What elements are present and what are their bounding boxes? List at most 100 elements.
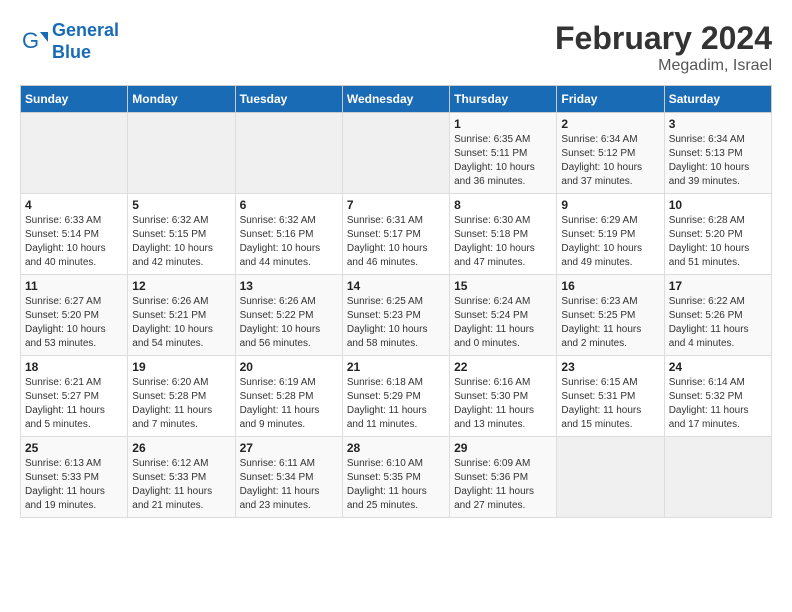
day-number: 9 [561,198,659,212]
calendar-cell [235,113,342,194]
day-number: 6 [240,198,338,212]
day-number: 25 [25,441,123,455]
calendar-cell [557,437,664,518]
day-number: 4 [25,198,123,212]
day-number: 14 [347,279,445,293]
day-number: 21 [347,360,445,374]
day-detail: Sunrise: 6:16 AMSunset: 5:30 PMDaylight:… [454,376,552,432]
weekday-header-tuesday: Tuesday [235,86,342,113]
calendar-week-row: 25 Sunrise: 6:13 AMSunset: 5:33 PMDayligh… [21,437,772,518]
day-detail: Sunrise: 6:29 AMSunset: 5:19 PMDaylight:… [561,214,659,270]
day-detail: Sunrise: 6:14 AMSunset: 5:32 PMDaylight:… [669,376,767,432]
page-header: G General Blue February 2024 Megadim, Is… [20,20,772,75]
day-detail: Sunrise: 6:28 AMSunset: 5:20 PMDaylight:… [669,214,767,270]
day-detail: Sunrise: 6:32 AMSunset: 5:15 PMDaylight:… [132,214,230,270]
logo-icon: G [20,28,48,56]
day-detail: Sunrise: 6:18 AMSunset: 5:29 PMDaylight:… [347,376,445,432]
weekday-header-row: SundayMondayTuesdayWednesdayThursdayFrid… [21,86,772,113]
calendar-cell: 2 Sunrise: 6:34 AMSunset: 5:12 PMDaylight… [557,113,664,194]
day-detail: Sunrise: 6:20 AMSunset: 5:28 PMDaylight:… [132,376,230,432]
day-number: 15 [454,279,552,293]
day-number: 20 [240,360,338,374]
weekday-header-sunday: Sunday [21,86,128,113]
calendar-cell: 23 Sunrise: 6:15 AMSunset: 5:31 PMDayligh… [557,356,664,437]
day-detail: Sunrise: 6:31 AMSunset: 5:17 PMDaylight:… [347,214,445,270]
calendar-cell: 27 Sunrise: 6:11 AMSunset: 5:34 PMDayligh… [235,437,342,518]
calendar-cell: 1Sunrise: 6:35 AMSunset: 5:11 PMDaylight… [450,113,557,194]
calendar-cell: 21 Sunrise: 6:18 AMSunset: 5:29 PMDayligh… [342,356,449,437]
day-detail: Sunrise: 6:09 AMSunset: 5:36 PMDaylight:… [454,457,552,513]
calendar-cell: 6 Sunrise: 6:32 AMSunset: 5:16 PMDaylight… [235,194,342,275]
day-number: 26 [132,441,230,455]
day-number: 22 [454,360,552,374]
calendar-cell: 8 Sunrise: 6:30 AMSunset: 5:18 PMDaylight… [450,194,557,275]
calendar-cell: 4Sunrise: 6:33 AMSunset: 5:14 PMDaylight… [21,194,128,275]
logo-line1: General [52,20,119,42]
day-detail: Sunrise: 6:23 AMSunset: 5:25 PMDaylight:… [561,295,659,351]
day-number: 27 [240,441,338,455]
day-number: 19 [132,360,230,374]
calendar-cell [664,437,771,518]
calendar-cell: 5 Sunrise: 6:32 AMSunset: 5:15 PMDaylight… [128,194,235,275]
day-detail: Sunrise: 6:30 AMSunset: 5:18 PMDaylight:… [454,214,552,270]
calendar-cell: 9 Sunrise: 6:29 AMSunset: 5:19 PMDaylight… [557,194,664,275]
day-detail: Sunrise: 6:25 AMSunset: 5:23 PMDaylight:… [347,295,445,351]
day-detail: Sunrise: 6:21 AMSunset: 5:27 PMDaylight:… [25,376,123,432]
calendar-cell: 22 Sunrise: 6:16 AMSunset: 5:30 PMDayligh… [450,356,557,437]
calendar-cell: 12Sunrise: 6:26 AMSunset: 5:21 PMDayligh… [128,275,235,356]
day-detail: Sunrise: 6:34 AMSunset: 5:13 PMDaylight:… [669,133,767,189]
day-detail: Sunrise: 6:32 AMSunset: 5:16 PMDaylight:… [240,214,338,270]
day-number: 16 [561,279,659,293]
calendar-cell: 20Sunrise: 6:19 AMSunset: 5:28 PMDayligh… [235,356,342,437]
day-number: 24 [669,360,767,374]
day-number: 17 [669,279,767,293]
day-detail: Sunrise: 6:26 AMSunset: 5:22 PMDaylight:… [240,295,338,351]
calendar-table: SundayMondayTuesdayWednesdayThursdayFrid… [20,85,772,518]
day-number: 7 [347,198,445,212]
day-number: 2 [561,117,659,131]
calendar-week-row: 1Sunrise: 6:35 AMSunset: 5:11 PMDaylight… [21,113,772,194]
calendar-cell: 29 Sunrise: 6:09 AMSunset: 5:36 PMDayligh… [450,437,557,518]
calendar-cell: 18 Sunrise: 6:21 AMSunset: 5:27 PMDayligh… [21,356,128,437]
day-number: 10 [669,198,767,212]
day-detail: Sunrise: 6:12 AMSunset: 5:33 PMDaylight:… [132,457,230,513]
calendar-cell: 25 Sunrise: 6:13 AMSunset: 5:33 PMDayligh… [21,437,128,518]
day-number: 28 [347,441,445,455]
day-detail: Sunrise: 6:27 AMSunset: 5:20 PMDaylight:… [25,295,123,351]
calendar-cell: 15 Sunrise: 6:24 AMSunset: 5:24 PMDayligh… [450,275,557,356]
calendar-cell: 13Sunrise: 6:26 AMSunset: 5:22 PMDayligh… [235,275,342,356]
calendar-cell: 24 Sunrise: 6:14 AMSunset: 5:32 PMDayligh… [664,356,771,437]
title-area: February 2024 Megadim, Israel [555,20,772,75]
calendar-cell: 14 Sunrise: 6:25 AMSunset: 5:23 PMDayligh… [342,275,449,356]
calendar-cell [21,113,128,194]
day-detail: Sunrise: 6:22 AMSunset: 5:26 PMDaylight:… [669,295,767,351]
calendar-cell: 7 Sunrise: 6:31 AMSunset: 5:17 PMDaylight… [342,194,449,275]
calendar-cell: 3 Sunrise: 6:34 AMSunset: 5:13 PMDaylight… [664,113,771,194]
location-title: Megadim, Israel [555,57,772,75]
day-number: 23 [561,360,659,374]
day-detail: Sunrise: 6:13 AMSunset: 5:33 PMDaylight:… [25,457,123,513]
day-detail: Sunrise: 6:15 AMSunset: 5:31 PMDaylight:… [561,376,659,432]
day-detail: Sunrise: 6:34 AMSunset: 5:12 PMDaylight:… [561,133,659,189]
day-detail: Sunrise: 6:11 AMSunset: 5:34 PMDaylight:… [240,457,338,513]
calendar-cell: 28Sunrise: 6:10 AMSunset: 5:35 PMDayligh… [342,437,449,518]
day-detail: Sunrise: 6:35 AMSunset: 5:11 PMDaylight:… [454,133,552,189]
calendar-week-row: 11 Sunrise: 6:27 AMSunset: 5:20 PMDayligh… [21,275,772,356]
day-number: 18 [25,360,123,374]
day-number: 5 [132,198,230,212]
calendar-cell: 10 Sunrise: 6:28 AMSunset: 5:20 PMDayligh… [664,194,771,275]
day-detail: Sunrise: 6:26 AMSunset: 5:21 PMDaylight:… [132,295,230,351]
day-number: 29 [454,441,552,455]
weekday-header-friday: Friday [557,86,664,113]
svg-text:G: G [22,28,39,53]
day-detail: Sunrise: 6:24 AMSunset: 5:24 PMDaylight:… [454,295,552,351]
day-number: 3 [669,117,767,131]
day-number: 11 [25,279,123,293]
weekday-header-thursday: Thursday [450,86,557,113]
calendar-cell: 26 Sunrise: 6:12 AMSunset: 5:33 PMDayligh… [128,437,235,518]
calendar-week-row: 4Sunrise: 6:33 AMSunset: 5:14 PMDaylight… [21,194,772,275]
logo: G General Blue [20,20,119,63]
calendar-cell [342,113,449,194]
day-number: 8 [454,198,552,212]
logo-line2: Blue [52,42,119,64]
